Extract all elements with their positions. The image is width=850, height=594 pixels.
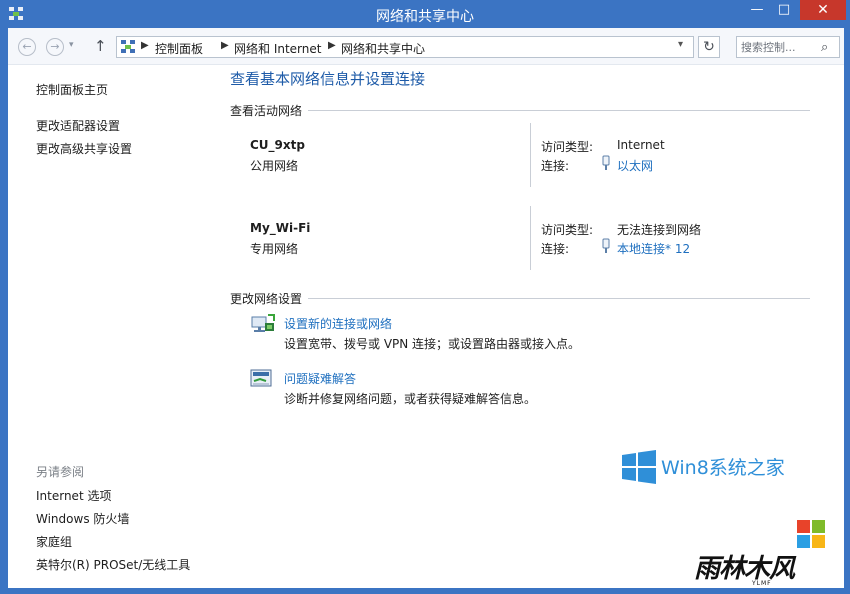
network-divider: [530, 123, 531, 187]
close-button[interactable]: ✕: [800, 0, 846, 20]
troubleshoot-link[interactable]: 问题疑难解答: [284, 370, 356, 387]
up-button[interactable]: ↑: [94, 37, 107, 55]
page-title: 查看基本网络信息并设置连接: [230, 70, 426, 88]
search-box[interactable]: ⌕: [736, 36, 840, 58]
setup-new-connection-link[interactable]: 设置新的连接或网络: [284, 315, 392, 332]
network-name: CU_9xtp: [250, 138, 305, 152]
access-type-value: 无法连接到网络: [617, 223, 702, 237]
internet-options-link[interactable]: Internet 选项: [36, 487, 111, 504]
access-type-value: Internet: [617, 138, 665, 152]
breadcrumb-separator-icon[interactable]: ▶: [221, 40, 229, 51]
minimize-button[interactable]: —: [745, 0, 769, 20]
window-title: 网络和共享中心: [376, 9, 474, 25]
navigation-bar: ← → ▾ ↑ ▶ 控制面板 ▶ 网络和 Internet ▶ 网络和共享中心 …: [8, 28, 844, 65]
breadcrumb-sharing-center[interactable]: 网络和共享中心: [341, 40, 425, 57]
ylmf-watermark: 雨林木风: [694, 554, 795, 584]
troubleshoot-description: 诊断并修复网络问题，或者获得疑难解答信息。: [284, 392, 537, 406]
back-button[interactable]: ←: [18, 38, 36, 56]
ethernet-icon: [602, 238, 610, 253]
search-input[interactable]: [741, 39, 817, 55]
active-networks-heading: 查看活动网络: [230, 104, 303, 118]
address-dropdown-icon[interactable]: ▾: [678, 39, 683, 50]
connection-label: 连接:: [541, 159, 570, 173]
microsoft-flag-icon: [797, 520, 825, 548]
window-frame-right: [844, 28, 850, 594]
title-bar: 网络和共享中心 — □ ✕: [0, 0, 850, 28]
forward-button[interactable]: →: [46, 38, 64, 56]
change-settings-heading: 更改网络设置: [230, 292, 303, 306]
windows-firewall-link[interactable]: Windows 防火墙: [36, 510, 129, 527]
breadcrumb-separator-icon[interactable]: ▶: [328, 40, 336, 51]
search-icon[interactable]: ⌕: [821, 40, 828, 55]
section-divider: [308, 298, 810, 299]
access-type-label: 访问类型:: [541, 223, 594, 237]
win8-watermark: Win8系统之家: [661, 457, 785, 479]
connection-label: 连接:: [541, 242, 570, 256]
refresh-button[interactable]: ↻: [698, 36, 720, 58]
recent-locations-dropdown[interactable]: ▾: [69, 40, 74, 50]
network-divider: [530, 206, 531, 270]
network-type: 公用网络: [250, 159, 299, 173]
network-setup-icon: [251, 314, 275, 332]
setup-new-connection-description: 设置宽带、拨号或 VPN 连接；或设置路由器或接入点。: [284, 337, 581, 351]
breadcrumb-separator-icon[interactable]: ▶: [141, 40, 149, 51]
ethernet-icon: [602, 155, 610, 170]
control-panel-home-link[interactable]: 控制面板主页: [36, 81, 108, 98]
network-type: 专用网络: [250, 242, 299, 256]
section-divider: [308, 110, 810, 111]
local-connection-link[interactable]: 本地连接* 12: [617, 240, 690, 257]
homegroup-link[interactable]: 家庭组: [36, 533, 72, 550]
control-panel-icon: [121, 40, 135, 53]
access-type-label: 访问类型:: [541, 140, 594, 154]
troubleshoot-icon: [250, 369, 272, 387]
windows-logo-icon: [622, 450, 656, 484]
change-advanced-sharing-link[interactable]: 更改高级共享设置: [36, 140, 132, 157]
maximize-button[interactable]: □: [772, 0, 796, 20]
breadcrumb-control-panel[interactable]: 控制面板: [155, 40, 203, 57]
intel-proset-link[interactable]: 英特尔(R) PROSet/无线工具: [36, 556, 190, 573]
breadcrumb-network-internet[interactable]: 网络和 Internet: [234, 40, 321, 57]
address-bar[interactable]: ▶ 控制面板 ▶ 网络和 Internet ▶ 网络和共享中心: [116, 36, 694, 58]
change-adapter-settings-link[interactable]: 更改适配器设置: [36, 117, 120, 134]
content-area: [8, 28, 844, 588]
ylmf-watermark-sub: YLMF: [752, 580, 772, 587]
network-name: My_Wi-Fi: [250, 221, 311, 235]
see-also-heading: 另请参阅: [36, 465, 85, 479]
window-frame-left: [0, 28, 8, 594]
ethernet-connection-link[interactable]: 以太网: [617, 157, 653, 174]
window-frame-bottom: [0, 588, 850, 594]
